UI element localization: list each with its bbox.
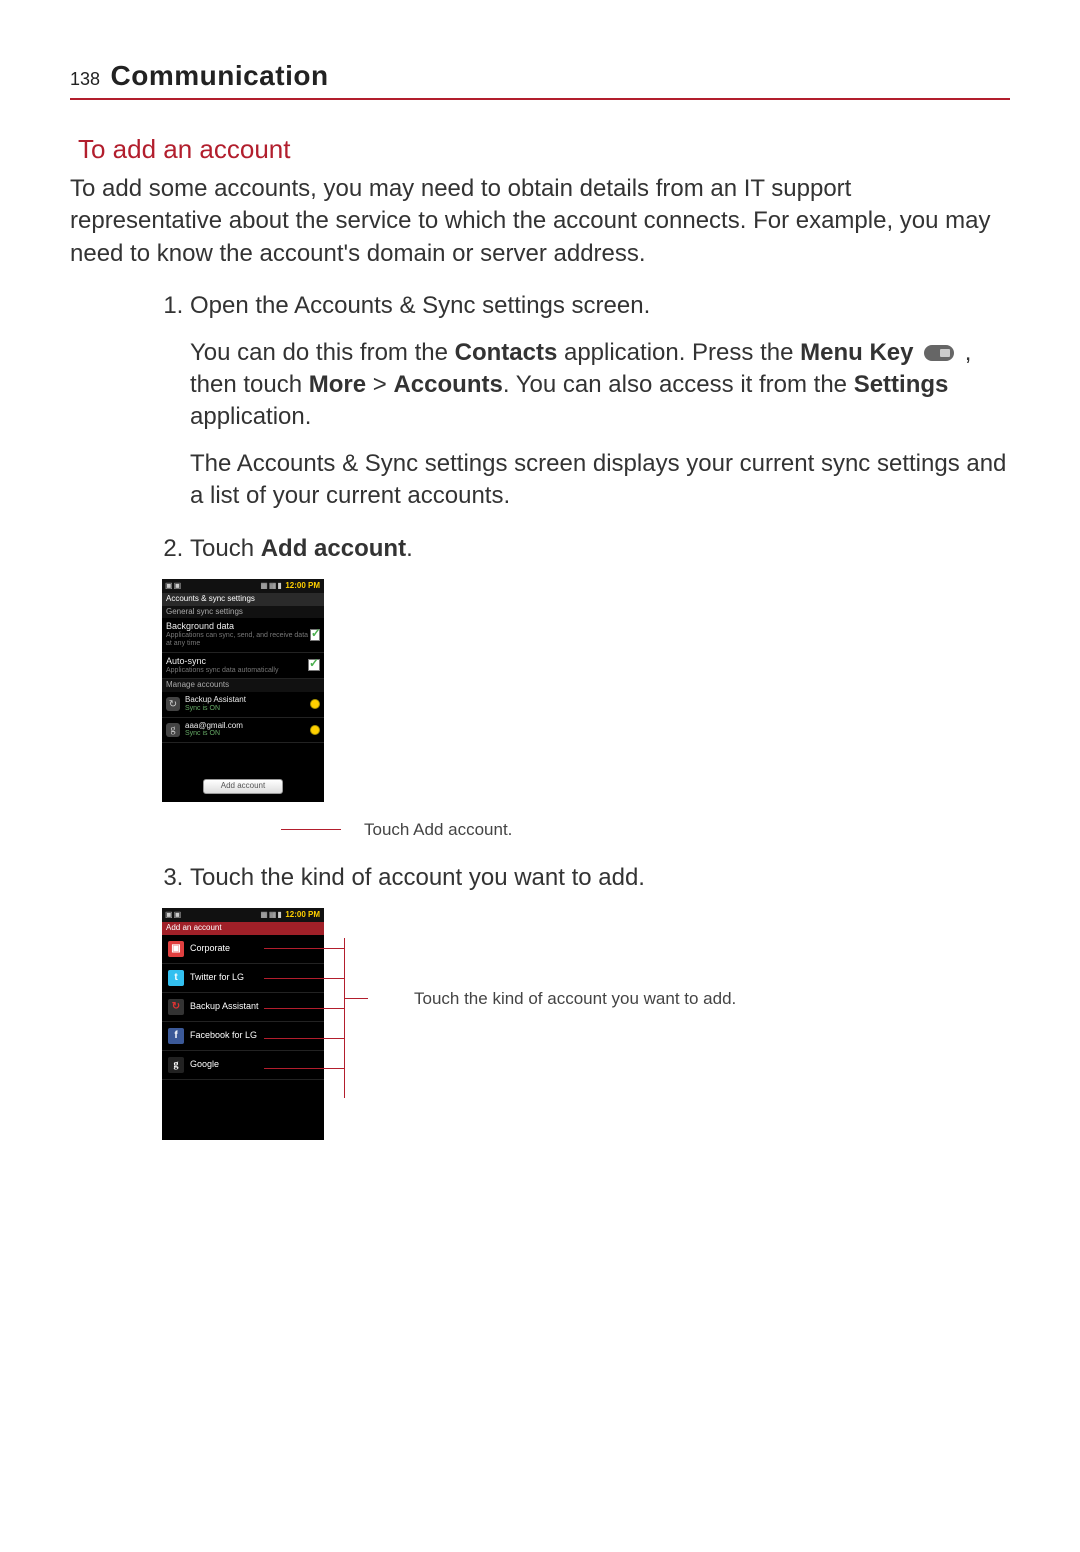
callout-add-account: Touch Add account. [364,819,512,842]
account-type-google[interactable]: g Google [162,1051,324,1080]
step-1: Open the Accounts & Sync settings screen… [190,290,1010,512]
add-account-label: Add account [261,535,406,562]
corporate-icon: ▣ [168,941,184,957]
status-time: 12:00 PM [285,911,320,920]
bg-data-subtitle: Applications can sync, send, and receive… [166,632,310,647]
status-time: 12:00 PM [285,582,320,591]
section-heading: To add an account [78,134,1010,165]
google-account-icon: g [166,723,180,737]
google-icon: g [168,1057,184,1073]
manage-accounts-header: Manage accounts [162,679,324,692]
screen-title-1: Accounts & sync settings [162,593,324,606]
page-header: 138 Communication [70,60,1010,100]
page-number: 138 [70,69,100,89]
account-backup-assistant[interactable]: ↻ Backup Assistant Sync is ON [162,692,324,717]
sync-indicator-icon [310,699,320,709]
general-sync-header: General sync settings [162,606,324,619]
status-icons-left: ▣▣ [165,910,182,920]
figure-1: ▣▣ ▦▦▮ 12:00 PM Accounts & sync settings… [162,579,1010,842]
backup-assistant-icon: ↻ [168,999,184,1015]
step-3: Touch the kind of account you want to ad… [190,862,1010,1140]
callout-choose-account-type: Touch the kind of account you want to ad… [414,988,736,1011]
status-icons-right: ▦▦▮ 12:00 PM [260,910,321,920]
backup-assistant-icon: ↻ [166,697,180,711]
twitter-icon: t [168,970,184,986]
step-1-para-1: You can do this from the Contacts applic… [190,337,1010,434]
status-bar: ▣▣ ▦▦▮ 12:00 PM [162,579,324,593]
bg-data-title: Background data [166,622,310,632]
account-type-corporate[interactable]: ▣ Corporate [162,935,324,964]
settings-app-label: Settings [854,371,949,398]
step-3-text: Touch the kind of account you want to ad… [190,864,645,891]
facebook-icon: f [168,1028,184,1044]
callout-line [281,829,341,830]
figure-2: ▣▣ ▦▦▮ 12:00 PM Add an account ▣ Corpora… [162,908,1010,1140]
status-icons-left: ▣▣ [165,581,182,591]
more-label: More [309,371,366,398]
screen-title-2: Add an account [162,922,324,935]
sync-indicator-icon [310,725,320,735]
phone-screenshot-2: ▣▣ ▦▦▮ 12:00 PM Add an account ▣ Corpora… [162,908,324,1140]
bg-data-checkbox[interactable] [310,629,320,641]
add-account-button[interactable]: Add account [203,779,283,794]
status-icons-right: ▦▦▮ 12:00 PM [260,581,321,591]
chapter-title: Communication [111,60,329,91]
step-list: Open the Accounts & Sync settings screen… [70,290,1010,1140]
account-type-facebook[interactable]: f Facebook for LG [162,1022,324,1051]
step-1-para-2: The Accounts & Sync settings screen disp… [190,448,1010,513]
auto-sync-title: Auto-sync [166,657,278,667]
account-gmail[interactable]: g aaa@gmail.com Sync is ON [162,718,324,743]
auto-sync-setting[interactable]: Auto-sync Applications sync data automat… [162,653,324,680]
phone-screenshot-1: ▣▣ ▦▦▮ 12:00 PM Accounts & sync settings… [162,579,324,802]
menu-key-icon [924,345,954,361]
step-2: Touch Add account. ▣▣ ▦▦▮ 12:00 PM Accou… [190,533,1010,842]
status-bar: ▣▣ ▦▦▮ 12:00 PM [162,908,324,922]
background-data-setting[interactable]: Background data Applications can sync, s… [162,618,324,652]
menu-key-label: Menu Key [800,339,913,366]
accounts-label: Accounts [393,371,502,398]
intro-paragraph: To add some accounts, you may need to ob… [70,173,1010,270]
auto-sync-checkbox[interactable] [308,659,320,671]
step-1-text: Open the Accounts & Sync settings screen… [190,292,650,319]
callout-bracket [344,938,345,1098]
auto-sync-subtitle: Applications sync data automatically [166,667,278,675]
contacts-app-label: Contacts [455,339,558,366]
